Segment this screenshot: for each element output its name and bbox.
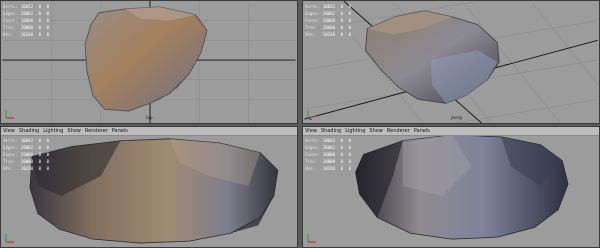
poly-count-hud: Verts: 10042 0 0 Edges: 20082 0 0 Faces: 20000 0… (305, 138, 351, 171)
viewport-top-left[interactable]: Verts: 10042 0 0 Edges: 20082 0 0 Faces: 20000 0… (0, 0, 298, 124)
viewport-top-right[interactable]: Verts: 10042 0 0 Edges: 20082 0 0 Faces: 20000 0… (302, 0, 600, 124)
rock-mesh (84, 6, 208, 112)
menu-shading[interactable]: Shading (321, 127, 341, 136)
viewport-menubar: View Shading Lighting Show Renderer Pane… (303, 127, 599, 136)
axis-gizmo-icon (5, 234, 14, 243)
viewport-bottom-right[interactable]: View Shading Lighting Show Renderer Pane… (302, 126, 600, 248)
menu-renderer[interactable]: Renderer (85, 127, 108, 136)
poly-count-hud: Verts: 10042 0 0 Edges: 20082 0 0 Faces: 20000 0… (3, 4, 49, 37)
menu-panels[interactable]: Panels (414, 127, 430, 136)
menu-view[interactable]: View (3, 127, 15, 136)
axis-gizmo-icon (307, 110, 317, 120)
menu-shading[interactable]: Shading (19, 127, 39, 136)
camera-label: top (146, 115, 153, 120)
viewport-menubar: View Shading Lighting Show Renderer Pane… (1, 127, 297, 136)
viewport-bottom-left[interactable]: View Shading Lighting Show Renderer Pane… (0, 126, 298, 248)
menu-show[interactable]: Show (67, 127, 81, 136)
camera-label: persp (451, 115, 463, 120)
menu-panels[interactable]: Panels (112, 127, 128, 136)
menu-lighting[interactable]: Lighting (43, 127, 63, 136)
menu-view[interactable]: View (305, 127, 317, 136)
axis-gizmo-icon (5, 110, 14, 119)
axis-gizmo-icon (307, 234, 316, 243)
menu-show[interactable]: Show (369, 127, 383, 136)
poly-count-hud: Verts: 10042 0 0 Edges: 20082 0 0 Faces: 20000 0… (305, 4, 351, 37)
menu-renderer[interactable]: Renderer (387, 127, 410, 136)
poly-count-hud: Verts: 10042 0 0 Edges: 20082 0 0 Faces: 20000 0… (3, 138, 49, 171)
menu-lighting[interactable]: Lighting (345, 127, 365, 136)
